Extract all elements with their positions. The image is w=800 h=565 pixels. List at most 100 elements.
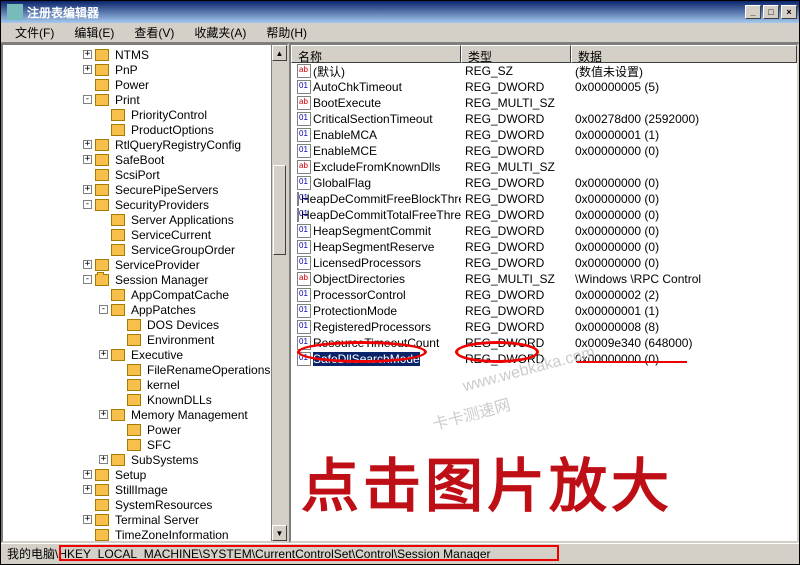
expand-icon[interactable]: + (83, 485, 92, 494)
tree-item[interactable]: ServiceGroupOrder (3, 242, 287, 257)
close-button[interactable]: × (781, 5, 797, 19)
tree-item[interactable]: +ServiceProvider (3, 257, 287, 272)
column-data[interactable]: 数据 (571, 45, 797, 63)
menu-help[interactable]: 帮助(H) (256, 22, 317, 43)
expand-icon[interactable]: + (83, 65, 92, 74)
tree-item-label: SecurityProviders (113, 198, 211, 212)
column-name[interactable]: 名称 (291, 45, 461, 63)
menu-edit[interactable]: 编辑(E) (64, 22, 124, 43)
tree-item[interactable]: kernel (3, 377, 287, 392)
list-row[interactable]: SafeDllSearchModeREG_DWORD0x00000000 (0) (291, 351, 797, 367)
list-row[interactable]: ResourceTimeoutCountREG_DWORD0x0009e340 … (291, 335, 797, 351)
tree-item[interactable]: +SubSystems (3, 452, 287, 467)
tree-item[interactable]: Update (3, 542, 287, 543)
tree-item[interactable]: ServiceCurrent (3, 227, 287, 242)
tree-item[interactable]: Power (3, 422, 287, 437)
expand-icon[interactable]: + (83, 185, 92, 194)
list-row[interactable]: ProcessorControlREG_DWORD0x00000002 (2) (291, 287, 797, 303)
no-expand (115, 380, 124, 389)
tree-item[interactable]: +RtlQueryRegistryConfig (3, 137, 287, 152)
no-expand (99, 230, 108, 239)
expand-icon[interactable]: + (83, 155, 92, 164)
tree-item-label: PriorityControl (129, 108, 209, 122)
folder-icon (127, 334, 141, 346)
tree-scrollbar[interactable]: ▲ ▼ (271, 45, 287, 541)
expand-icon[interactable]: + (83, 260, 92, 269)
minimize-button[interactable]: _ (745, 5, 761, 19)
tree-item[interactable]: -Session Manager (3, 272, 287, 287)
tree-item[interactable]: +Executive (3, 347, 287, 362)
maximize-button[interactable]: □ (763, 5, 779, 19)
collapse-icon[interactable]: - (99, 305, 108, 314)
tree-item[interactable]: PriorityControl (3, 107, 287, 122)
no-expand (115, 335, 124, 344)
expand-icon[interactable]: + (83, 140, 92, 149)
expand-icon[interactable]: + (83, 515, 92, 524)
menu-favorites[interactable]: 收藏夹(A) (184, 22, 256, 43)
tree-item[interactable]: + Memory Management (3, 407, 287, 422)
expand-icon[interactable]: + (99, 410, 108, 419)
collapse-icon[interactable]: - (83, 275, 92, 284)
tree-item[interactable]: Environment (3, 332, 287, 347)
tree-item[interactable]: +SecurePipeServers (3, 182, 287, 197)
list-row[interactable]: (默认)REG_SZ(数值未设置) (291, 63, 797, 79)
value-type: REG_DWORD (461, 208, 571, 222)
tree-item[interactable]: ProductOptions (3, 122, 287, 137)
menu-file[interactable]: 文件(F) (5, 22, 64, 43)
expand-icon[interactable]: + (99, 455, 108, 464)
tree-item[interactable]: SystemResources (3, 497, 287, 512)
value-name: LicensedProcessors (313, 256, 421, 270)
tree-item[interactable]: DOS Devices (3, 317, 287, 332)
tree-item[interactable]: -AppPatches (3, 302, 287, 317)
no-expand (83, 80, 92, 89)
list-row[interactable]: AutoChkTimeoutREG_DWORD0x00000005 (5) (291, 79, 797, 95)
statusbar: 我的电脑\HKEY_LOCAL_MACHINE\SYSTEM\CurrentCo… (1, 543, 799, 563)
list-row[interactable]: GlobalFlagREG_DWORD0x00000000 (0) (291, 175, 797, 191)
tree-item[interactable]: SFC (3, 437, 287, 452)
tree-item[interactable]: +Terminal Server (3, 512, 287, 527)
value-data: 0x00000000 (0) (571, 192, 797, 206)
tree-item[interactable]: +SafeBoot (3, 152, 287, 167)
menu-view[interactable]: 查看(V) (124, 22, 184, 43)
expand-icon[interactable]: + (83, 50, 92, 59)
expand-icon[interactable]: + (99, 350, 108, 359)
tree-item[interactable]: Power (3, 77, 287, 92)
list-row[interactable]: HeapDeCommitFreeBlockThresholdREG_DWORD0… (291, 191, 797, 207)
tree-item[interactable]: TimeZoneInformation (3, 527, 287, 542)
list-row[interactable]: HeapSegmentReserveREG_DWORD0x00000000 (0… (291, 239, 797, 255)
list-row[interactable]: ObjectDirectoriesREG_MULTI_SZ\Windows \R… (291, 271, 797, 287)
list-row[interactable]: BootExecuteREG_MULTI_SZ (291, 95, 797, 111)
expand-icon[interactable]: + (83, 470, 92, 479)
list-row[interactable]: HeapSegmentCommitREG_DWORD0x00000000 (0) (291, 223, 797, 239)
scroll-down-icon[interactable]: ▼ (272, 525, 287, 541)
tree-item[interactable]: Server Applications (3, 212, 287, 227)
tree-item[interactable]: KnownDLLs (3, 392, 287, 407)
tree-item[interactable]: +NTMS (3, 47, 287, 62)
tree-item[interactable]: AppCompatCache (3, 287, 287, 302)
tree-item[interactable]: ScsiPort (3, 167, 287, 182)
tree-item[interactable]: +Setup (3, 467, 287, 482)
tree-item[interactable]: +PnP (3, 62, 287, 77)
collapse-icon[interactable]: - (83, 95, 92, 104)
tree-item[interactable]: -Print (3, 92, 287, 107)
tree-item[interactable]: - SecurityProviders (3, 197, 287, 212)
list-row[interactable]: HeapDeCommitTotalFreeThresholdREG_DWORD0… (291, 207, 797, 223)
list-row[interactable]: LicensedProcessorsREG_DWORD0x00000000 (0… (291, 255, 797, 271)
tree-item-label: Memory Management (129, 408, 250, 422)
tree-item[interactable]: FileRenameOperations (3, 362, 287, 377)
list-row[interactable]: EnableMCEREG_DWORD0x00000000 (0) (291, 143, 797, 159)
list-row[interactable]: CriticalSectionTimeoutREG_DWORD0x00278d0… (291, 111, 797, 127)
list-row[interactable]: ExcludeFromKnownDllsREG_MULTI_SZ (291, 159, 797, 175)
list-row[interactable]: RegisteredProcessorsREG_DWORD0x00000008 … (291, 319, 797, 335)
value-type: REG_DWORD (461, 320, 571, 334)
scroll-thumb[interactable] (273, 165, 286, 255)
tree-item[interactable]: +StillImage (3, 482, 287, 497)
scroll-up-icon[interactable]: ▲ (272, 45, 287, 61)
collapse-icon[interactable]: - (83, 200, 92, 209)
column-type[interactable]: 类型 (461, 45, 571, 63)
window-title: 注册表编辑器 (27, 4, 99, 21)
value-name: RegisteredProcessors (313, 320, 431, 334)
list-row[interactable]: EnableMCAREG_DWORD0x00000001 (1) (291, 127, 797, 143)
folder-icon (95, 64, 109, 76)
list-row[interactable]: ProtectionModeREG_DWORD0x00000001 (1) (291, 303, 797, 319)
